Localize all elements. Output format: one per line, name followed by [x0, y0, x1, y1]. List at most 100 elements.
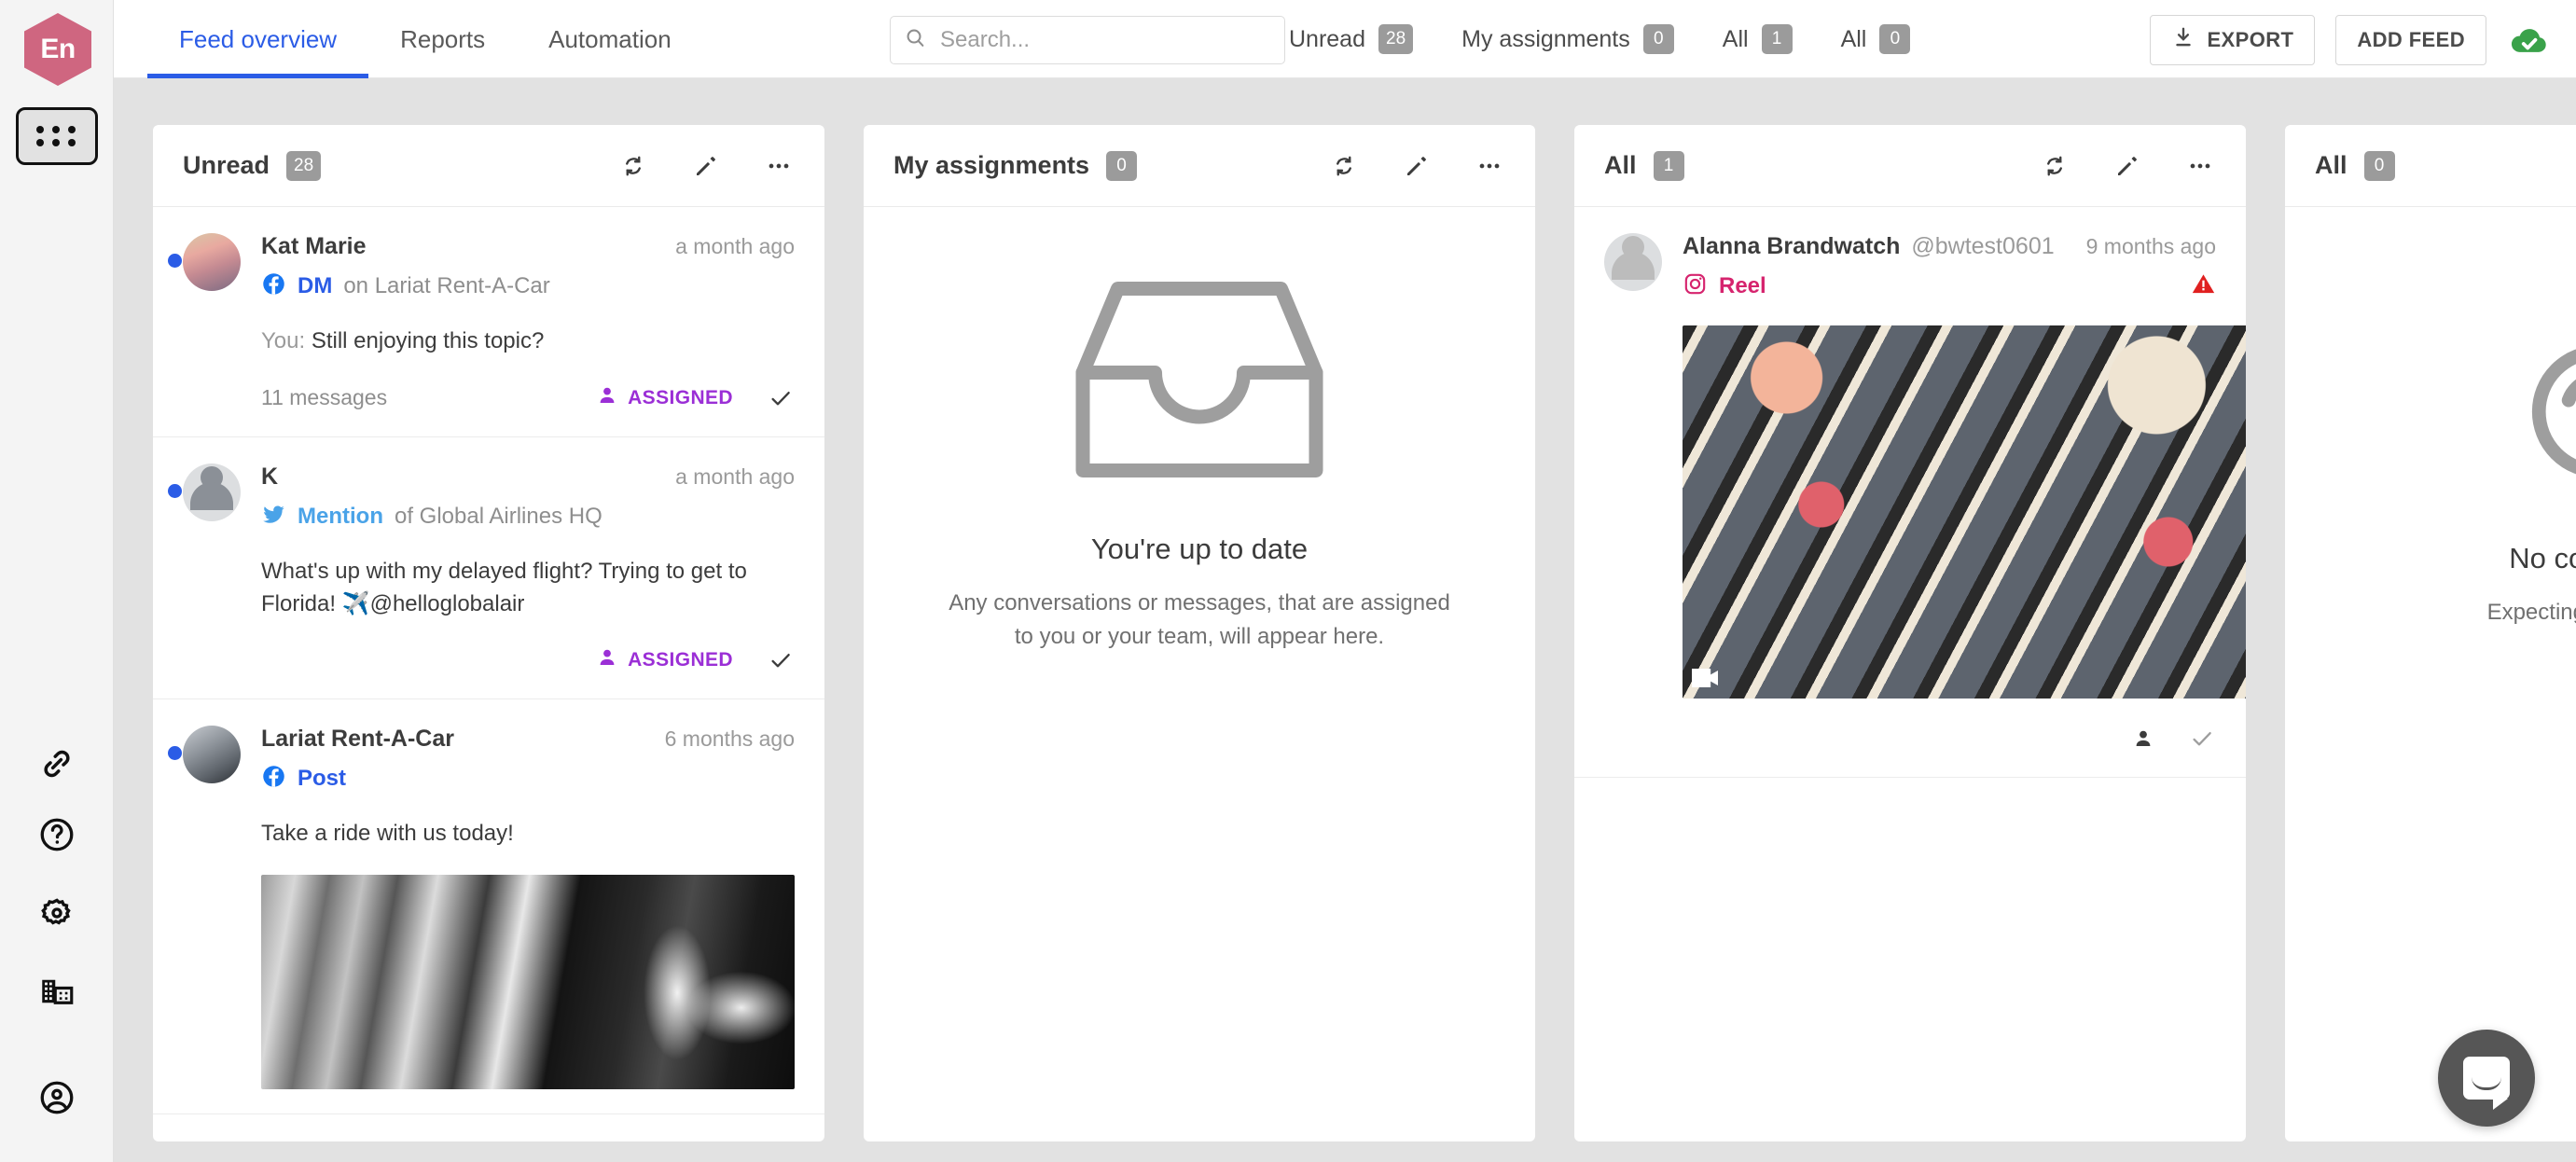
column-my-assignments-tools [1328, 150, 1505, 182]
conversation-author: K [261, 463, 279, 490]
conversation-author: Lariat Rent-A-Car [261, 726, 454, 753]
tab-automation[interactable]: Automation [517, 0, 703, 78]
account-circle-icon[interactable] [32, 1072, 82, 1123]
empty-state-subtitle: Expecting something else? [2486, 600, 2576, 625]
conversation-preview-text: Still enjoying this topic? [311, 328, 545, 353]
list-item[interactable]: Alanna Brandwatch @bwtest0601 9 months a… [1574, 207, 2246, 778]
assigned-label: ASSIGNED [628, 386, 733, 408]
conversation-author: Alanna Brandwatch [1683, 233, 1901, 259]
column-all-1-body: Alanna Brandwatch @bwtest0601 9 months a… [1574, 207, 2246, 1141]
mark-done-icon[interactable] [767, 384, 795, 412]
tab-reports[interactable]: Reports [368, 0, 517, 78]
avatar [183, 233, 241, 291]
empty-state: No conversations Expecting something els… [2285, 207, 2576, 629]
conversation-image[interactable] [1683, 325, 2246, 699]
mark-done-icon[interactable] [2188, 725, 2216, 753]
export-button[interactable]: EXPORT [2150, 15, 2316, 65]
export-button-label: EXPORT [2207, 28, 2294, 51]
avatar [183, 726, 241, 784]
list-item[interactable]: Lariat Rent-A-Car 6 months ago Post Take… [153, 699, 824, 1115]
person-icon [596, 384, 618, 412]
brand-logo[interactable]: En [24, 13, 91, 86]
empty-state-title: No conversations [2509, 542, 2576, 574]
add-feed-button[interactable]: ADD FEED [2335, 15, 2486, 65]
column-my-assignments-title: My assignments [893, 151, 1090, 179]
conversation-channel-type: Reel [1719, 273, 1766, 298]
filter-all-1[interactable]: All 1 [1723, 24, 1793, 54]
main-nav-tabs: Feed overview Reports Automation [147, 0, 703, 78]
edit-pencil-icon[interactable] [2112, 150, 2143, 182]
column-unread-header: Unread 28 [153, 125, 824, 207]
column-my-assignments-count: 0 [1106, 150, 1138, 181]
empty-state-title: You're up to date [1090, 533, 1309, 565]
inbox-icon [1064, 272, 1335, 491]
search-input[interactable] [940, 27, 1271, 53]
building-icon[interactable] [32, 966, 82, 1017]
warning-icon [2191, 271, 2216, 301]
more-options-icon[interactable] [1474, 150, 1505, 182]
column-unread-count: 28 [286, 150, 322, 181]
avatar [1604, 233, 1662, 291]
column-unread-tools [617, 150, 795, 182]
filter-my-assignments[interactable]: My assignments 0 [1461, 24, 1674, 54]
gear-icon[interactable] [32, 888, 82, 938]
tab-feed-overview[interactable]: Feed overview [147, 0, 369, 78]
brand-logo-text: En [24, 13, 91, 86]
assigned-badge[interactable]: ASSIGNED [596, 646, 733, 674]
filter-my-assignments-label: My assignments [1461, 25, 1630, 52]
conversation-channel-type: DM [298, 273, 333, 298]
column-all-1-header: All 1 [1574, 125, 2246, 207]
filter-all-2[interactable]: All 0 [1841, 24, 1911, 54]
help-circle-icon[interactable] [32, 809, 82, 860]
conversation-timestamp: 6 months ago [664, 726, 795, 752]
instagram-icon [1683, 271, 1708, 301]
top-bar: Feed overview Reports Automation Unread … [114, 0, 2576, 78]
cloud-check-icon [2507, 18, 2552, 62]
column-all-2-body: No conversations Expecting something els… [2285, 207, 2576, 1141]
unread-indicator-dot [168, 483, 182, 498]
assigned-label: ASSIGNED [628, 649, 733, 671]
column-all-2-header: All 0 [2285, 125, 2576, 207]
refresh-icon[interactable] [1328, 150, 1360, 182]
feed-board: Unread 28 Kat Marie a month ago DM on La… [114, 78, 2576, 1162]
list-item[interactable]: K a month ago Mention of Global Airlines… [153, 437, 824, 700]
filter-all-2-count: 0 [1879, 24, 1911, 54]
column-all-1: All 1 Alanna Brandwatch @bwtest0601 9 mo… [1574, 125, 2246, 1141]
list-item[interactable]: Kat Marie a month ago DM on Lariat Rent-… [153, 207, 824, 437]
apps-grid-button[interactable] [16, 107, 98, 165]
column-all-1-title: All [1604, 151, 1637, 179]
filter-unread-label: Unread [1289, 25, 1365, 52]
empty-state-subtitle: Any conversations or messages, that are … [949, 590, 1450, 649]
more-options-icon[interactable] [763, 150, 795, 182]
link-icon[interactable] [32, 739, 82, 789]
column-unread-title: Unread [183, 151, 270, 179]
empty-state: You're up to date Any conversations or m… [864, 207, 1535, 654]
conversation-context: of Global Airlines HQ [394, 503, 602, 529]
mark-done-icon[interactable] [767, 646, 795, 674]
column-all-2-title: All [2315, 151, 2347, 179]
conversation-preview-text: What's up with my delayed flight? Trying… [261, 558, 747, 616]
conversation-image[interactable] [261, 875, 795, 1090]
edit-pencil-icon[interactable] [1401, 150, 1433, 182]
conversation-context: on Lariat Rent-A-Car [343, 273, 550, 298]
apps-grid-icon [36, 126, 77, 146]
conversation-prefix: You: [261, 328, 306, 353]
assigned-badge[interactable]: ASSIGNED [596, 384, 733, 412]
unread-indicator-dot [168, 746, 182, 761]
left-sidebar: En [0, 0, 114, 1162]
message-count: 11 messages [261, 385, 388, 410]
search-box[interactable] [890, 16, 1285, 64]
filter-all-1-label: All [1722, 25, 1749, 52]
download-icon [2171, 25, 2195, 55]
edit-pencil-icon[interactable] [690, 150, 722, 182]
refresh-icon[interactable] [2039, 150, 2070, 182]
filter-all-2-label: All [1840, 25, 1867, 52]
filter-my-assignments-count: 0 [1642, 24, 1674, 54]
intercom-chat-button[interactable] [2438, 1030, 2535, 1127]
person-icon [596, 646, 618, 674]
filter-unread[interactable]: Unread 28 [1289, 24, 1414, 54]
assign-icon[interactable] [2132, 727, 2154, 750]
no-conversations-icon [2502, 272, 2576, 501]
refresh-icon[interactable] [617, 150, 649, 182]
more-options-icon[interactable] [2184, 150, 2216, 182]
